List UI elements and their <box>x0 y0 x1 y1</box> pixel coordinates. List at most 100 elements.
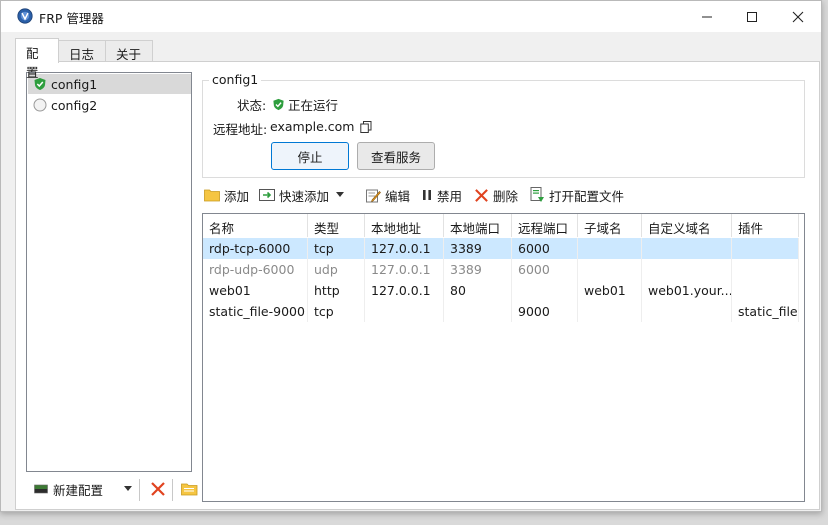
table-cell: 127.0.0.1 <box>365 280 444 301</box>
maximize-button[interactable] <box>729 1 775 32</box>
quick-add-label: 快速添加 <box>279 188 330 204</box>
frp-app-icon <box>17 8 33 24</box>
table-cell: 127.0.0.1 <box>365 238 444 259</box>
delete-x-icon <box>475 188 488 202</box>
table-cell <box>642 238 732 259</box>
add-proxy-button[interactable]: 添加 <box>204 182 249 208</box>
table-cell: http <box>308 280 365 301</box>
close-window-button[interactable] <box>775 1 821 32</box>
table-cell: 80 <box>444 280 512 301</box>
proxy-toolbar: 添加 快速添加 编辑 禁用 删除 打开配置文件 <box>202 182 812 208</box>
table-cell <box>642 259 732 280</box>
delete-x-icon <box>151 482 165 496</box>
running-shield-icon <box>273 98 284 111</box>
table-cell <box>578 259 642 280</box>
minimize-button[interactable] <box>684 1 730 32</box>
copy-icon[interactable] <box>360 120 372 133</box>
status-value: 正在运行 <box>272 95 338 114</box>
table-cell: static_file <box>732 301 799 322</box>
table-row[interactable]: rdp-tcp-6000 tcp 127.0.0.1 3389 6000 <box>203 238 799 259</box>
delete-label: 删除 <box>493 188 519 204</box>
tab-about[interactable]: 关于 <box>105 40 153 62</box>
close-icon <box>792 11 804 22</box>
open-config-file-button[interactable]: 打开配置文件 <box>530 182 624 208</box>
table-row[interactable]: rdp-udp-6000 udp 127.0.0.1 3389 6000 <box>203 259 799 280</box>
quick-add-button[interactable]: 快速添加 <box>259 182 345 208</box>
table-header: 名称 类型 本地地址 本地端口 远程端口 子域名 自定义域名 插件 <box>203 214 799 237</box>
delete-proxy-button[interactable]: 删除 <box>474 182 518 208</box>
column-header-local-address[interactable]: 本地地址 <box>365 214 444 237</box>
table-cell: tcp <box>308 301 365 322</box>
new-config-label: 新建配置 <box>53 482 104 498</box>
edit-proxy-button[interactable]: 编辑 <box>366 182 410 208</box>
table-cell <box>578 238 642 259</box>
table-row[interactable]: static_file-9000 tcp 9000 static_file <box>203 301 799 322</box>
edit-label: 编辑 <box>385 188 411 204</box>
delete-config-button[interactable] <box>150 474 166 504</box>
status-text: 正在运行 <box>288 98 339 113</box>
new-config-icon <box>34 484 48 494</box>
table-cell <box>732 280 799 301</box>
config-page: config1 config2 新建配置 config1 状态: 正在运行 远程… <box>15 61 820 510</box>
table-cell: 3389 <box>444 238 512 259</box>
maximize-icon <box>747 11 757 22</box>
table-row[interactable]: web01 http 127.0.0.1 80 web01 web01.your... <box>203 280 799 301</box>
table-cell: 6000 <box>512 259 578 280</box>
quick-add-icon <box>259 189 275 201</box>
stopped-circle-icon <box>33 98 47 112</box>
stop-button[interactable]: 停止 <box>271 142 349 170</box>
disable-proxy-button[interactable]: 禁用 <box>421 182 462 208</box>
folder-icon <box>181 483 198 496</box>
window-title: FRP 管理器 <box>39 11 104 26</box>
table-cell: 9000 <box>512 301 578 322</box>
table-cell <box>512 280 578 301</box>
config-item-config2[interactable]: config2 <box>28 95 191 115</box>
divider <box>139 479 140 501</box>
config-list[interactable]: config1 config2 <box>26 72 192 472</box>
new-config-dropdown[interactable] <box>124 474 132 504</box>
table-cell <box>365 301 444 322</box>
column-header-remote-port[interactable]: 远程端口 <box>512 214 578 237</box>
table-cell: 3389 <box>444 259 512 280</box>
column-header-custom-domain[interactable]: 自定义域名 <box>642 214 732 237</box>
table-cell: rdp-udp-6000 <box>203 259 308 280</box>
pause-icon <box>423 190 431 200</box>
open-config-file-label: 打开配置文件 <box>549 188 625 204</box>
minimize-icon <box>702 16 712 17</box>
open-file-icon <box>530 187 544 202</box>
title-bar[interactable]: FRP 管理器 <box>1 1 821 32</box>
app-window: FRP 管理器 配置 日志 关于 config1 config2 新建配置 co… <box>0 0 822 512</box>
edit-icon <box>366 189 381 202</box>
table-cell <box>732 259 799 280</box>
add-label: 添加 <box>224 188 250 204</box>
column-header-name[interactable]: 名称 <box>203 214 308 237</box>
chevron-down-icon <box>336 192 345 197</box>
chevron-down-icon <box>124 486 132 491</box>
new-config-button[interactable]: 新建配置 <box>34 474 103 504</box>
config-item-config1[interactable]: config1 <box>28 74 191 94</box>
status-label: 状态: <box>237 98 267 113</box>
column-header-plugin[interactable]: 插件 <box>732 214 799 237</box>
remote-address-text: example.com <box>270 119 355 134</box>
config-item-label: config2 <box>51 97 98 113</box>
column-header-subdomain[interactable]: 子域名 <box>578 214 642 237</box>
table-cell <box>642 301 732 322</box>
table-cell: tcp <box>308 238 365 259</box>
config-item-label: config1 <box>51 76 98 92</box>
remote-address-label: 远程地址: <box>213 122 268 137</box>
column-header-local-port[interactable]: 本地端口 <box>444 214 512 237</box>
tab-config[interactable]: 配置 <box>15 38 59 80</box>
view-service-button[interactable]: 查看服务 <box>357 142 435 170</box>
column-header-type[interactable]: 类型 <box>308 214 365 237</box>
table-cell: udp <box>308 259 365 280</box>
divider <box>172 479 173 501</box>
folder-add-icon <box>204 189 220 202</box>
table-cell: static_file-9000 <box>203 301 308 322</box>
open-folder-button[interactable] <box>181 474 198 504</box>
tab-log[interactable]: 日志 <box>58 40 106 62</box>
group-title: config1 <box>209 72 262 87</box>
table-cell: 127.0.0.1 <box>365 259 444 280</box>
table-cell: 6000 <box>512 238 578 259</box>
proxy-table[interactable]: 名称 类型 本地地址 本地端口 远程端口 子域名 自定义域名 插件 rdp-tc… <box>202 213 805 502</box>
table-cell: web01 <box>578 280 642 301</box>
